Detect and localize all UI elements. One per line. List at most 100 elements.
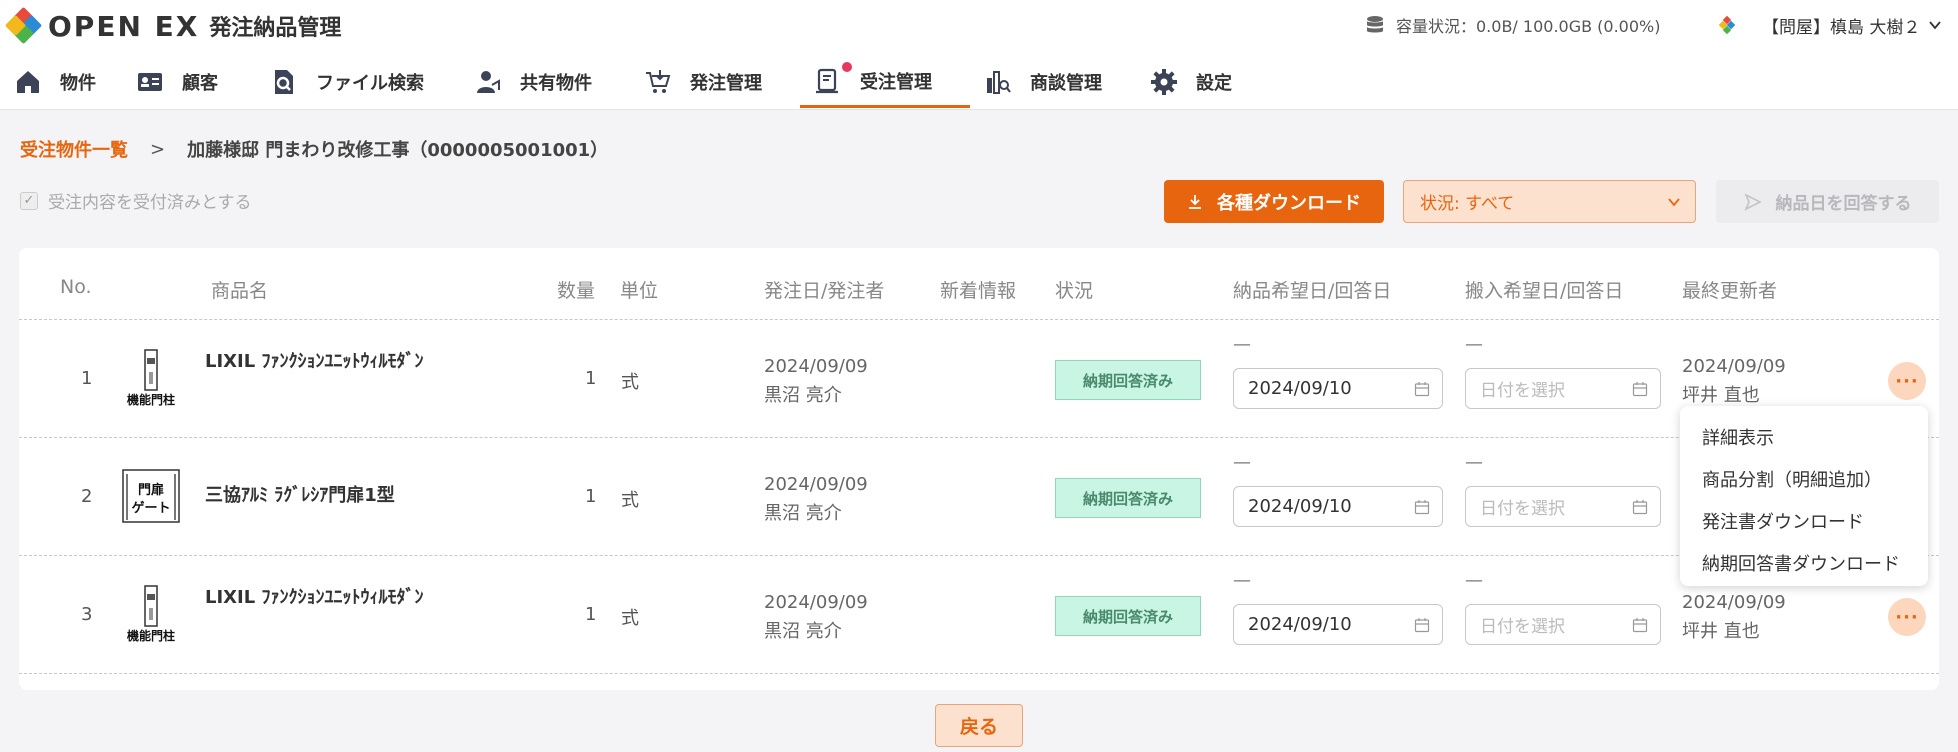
calendar-icon xyxy=(1414,382,1430,397)
carry-date-input[interactable]: 日付を選択 xyxy=(1465,486,1661,527)
carry-date-input[interactable]: 日付を選択 xyxy=(1465,368,1661,409)
carry-request-dash: — xyxy=(1465,334,1483,355)
storage-status: 容量状況：0.0B/ 100.0GB (0.00%) xyxy=(1366,12,1660,38)
negotiation-icon xyxy=(987,71,1011,94)
app-logo[interactable]: OPEN EX 発注納品管理 xyxy=(4,6,341,45)
row-no: 2 xyxy=(81,486,93,507)
nav-item-received-orders[interactable]: 受注管理 xyxy=(800,56,970,108)
status-badge: 納期回答済み xyxy=(1055,596,1201,636)
orderer: 黒沼 亮介 xyxy=(764,385,842,406)
quantity: 1 xyxy=(585,368,597,389)
order-date: 2024/09/09 xyxy=(764,592,868,613)
delivery-date-input[interactable]: 2024/09/10 xyxy=(1233,486,1443,527)
table-row[interactable]: 3 機能門柱 LIXIL ﾌｧﾝｸｼｮﾝﾕﾆｯﾄｳｨﾙﾓﾀﾞﾝ 1 式 2024… xyxy=(19,556,1939,674)
user-menu[interactable]: 【問屋】槙島 大樹２ xyxy=(1718,12,1942,38)
answer-delivery-button[interactable]: 納品日を回答する xyxy=(1716,180,1939,223)
updater-info: 2024/09/09 坪井 直也 xyxy=(1682,588,1786,646)
breadcrumb-current: 加藤様邸 門まわり改修工事（0000005001001） xyxy=(187,140,609,161)
download-button[interactable]: 各種ダウンロード xyxy=(1164,180,1384,223)
nav-item-settings[interactable]: 設定 xyxy=(1136,56,1266,108)
accept-checkbox-label: 受注内容を受付済みとする xyxy=(48,193,252,213)
row-no: 3 xyxy=(81,604,93,625)
nav-label: 顧客 xyxy=(182,73,218,94)
order-items-table: No. 商品名 数量 単位 発注日/発注者 新着情報 状況 納品希望日/回答日 … xyxy=(19,248,1939,690)
gear-icon xyxy=(1151,69,1177,95)
calendar-icon xyxy=(1632,382,1648,397)
order-info: 2024/09/09 黒沼 亮介 xyxy=(764,588,868,646)
nav-label: ファイル検索 xyxy=(316,73,424,94)
product-name: LIXIL ﾌｧﾝｸｼｮﾝﾕﾆｯﾄｳｨﾙﾓﾀﾞﾝ xyxy=(205,587,424,608)
more-actions-button[interactable]: ··· xyxy=(1888,362,1926,400)
main-nav: 物件 顧客 ファイル検索 共有物件 発注管理 受注管理 商談管理 設定 xyxy=(0,56,1266,108)
chevron-down-icon xyxy=(1929,21,1942,30)
row-no: 1 xyxy=(81,368,93,389)
download-label: 各種ダウンロード xyxy=(1217,192,1361,214)
gate-pillar-icon: 機能門柱 xyxy=(127,585,175,643)
storage-label: 容量状況：0.0B/ 100.0GB (0.00%) xyxy=(1396,17,1661,36)
carry-request-dash: — xyxy=(1465,570,1483,591)
orderer: 黒沼 亮介 xyxy=(764,621,842,642)
nav-label: 受注管理 xyxy=(860,71,932,93)
svg-text:ゲート: ゲート xyxy=(131,500,170,516)
breadcrumb: 受注物件一覧 > 加藤様邸 門まわり改修工事（0000005001001） xyxy=(20,136,608,162)
nav-label: 商談管理 xyxy=(1030,73,1102,94)
status-select-value: 状況: すべて xyxy=(1420,194,1515,214)
menu-item-download-delivery-answer[interactable]: 納期回答書ダウンロード xyxy=(1680,542,1928,584)
delivery-date-value: 2024/09/10 xyxy=(1248,496,1352,517)
chevron-down-icon xyxy=(1668,198,1680,207)
delivery-date-input[interactable]: 2024/09/10 xyxy=(1233,604,1443,645)
menu-item-download-po[interactable]: 発注書ダウンロード xyxy=(1680,500,1928,542)
shared-user-icon xyxy=(477,71,500,93)
table-row[interactable]: 2 門扉 ゲート 三協ｱﾙﾐ ﾗｸﾞﾚｼｱ門扉1型 1 式 2024/09/09… xyxy=(19,438,1939,556)
carry-date-input[interactable]: 日付を選択 xyxy=(1465,604,1661,645)
menu-item-details[interactable]: 詳細表示 xyxy=(1680,416,1928,458)
nav-item-customers[interactable]: 顧客 xyxy=(122,56,256,108)
product-name: LIXIL ﾌｧﾝｸｼｮﾝﾕﾆｯﾄｳｨﾙﾓﾀﾞﾝ xyxy=(205,351,424,372)
delivery-request-dash: — xyxy=(1233,334,1251,355)
nav-item-shared-properties[interactable]: 共有物件 xyxy=(460,56,630,108)
gate-pillar-icon: 機能門柱 xyxy=(127,349,175,407)
delivery-request-dash: — xyxy=(1233,570,1251,591)
calendar-icon xyxy=(1414,500,1430,515)
nav-item-negotiations[interactable]: 商談管理 xyxy=(970,56,1136,108)
id-card-icon xyxy=(138,73,162,91)
notification-dot xyxy=(842,62,852,72)
nav-label: 物件 xyxy=(60,73,96,94)
status-badge: 納期回答済み xyxy=(1055,360,1201,400)
header-no: No. xyxy=(60,276,92,298)
delivery-date-input[interactable]: 2024/09/10 xyxy=(1233,368,1443,409)
table-row[interactable]: 1 機能門柱 LIXIL ﾌｧﾝｸｼｮﾝﾕﾆｯﾄｳｨﾙﾓﾀﾞﾝ 1 式 2024… xyxy=(19,320,1939,438)
back-button[interactable]: 戻る xyxy=(935,704,1023,747)
updated-date: 2024/09/09 xyxy=(1682,592,1786,613)
order-date: 2024/09/09 xyxy=(764,356,868,377)
unit: 式 xyxy=(621,372,639,393)
more-actions-button[interactable]: ··· xyxy=(1888,598,1926,636)
nav-label: 発注管理 xyxy=(690,73,762,94)
calendar-icon xyxy=(1414,618,1430,633)
organization-icon xyxy=(1718,15,1736,35)
unit: 式 xyxy=(621,608,639,629)
gate-door-icon: 門扉 ゲート xyxy=(122,469,180,523)
status-filter-select[interactable]: 状況: すべて xyxy=(1403,180,1696,223)
nav-item-order-management[interactable]: 発注管理 xyxy=(630,56,800,108)
header-news: 新着情報 xyxy=(940,280,1017,302)
header-order: 発注日/発注者 xyxy=(764,280,885,302)
row-actions-menu: 詳細表示 商品分割（明細追加） 発注書ダウンロード 納期回答書ダウンロード xyxy=(1680,406,1928,586)
table-header: No. 商品名 数量 単位 発注日/発注者 新着情報 状況 納品希望日/回答日 … xyxy=(19,248,1939,320)
nav-item-properties[interactable]: 物件 xyxy=(0,56,122,108)
breadcrumb-link-orders[interactable]: 受注物件一覧 xyxy=(20,136,128,162)
menu-item-split-product[interactable]: 商品分割（明細追加） xyxy=(1680,458,1928,500)
carry-date-placeholder: 日付を選択 xyxy=(1480,381,1565,401)
file-search-icon xyxy=(275,70,293,94)
nav-item-file-search[interactable]: ファイル検索 xyxy=(256,56,460,108)
check-icon: ✓ xyxy=(20,191,38,210)
brand-name: OPEN EX xyxy=(48,9,200,43)
send-icon xyxy=(1743,192,1762,211)
accept-checkbox[interactable]: ✓ 受注内容を受付済みとする xyxy=(20,188,252,213)
delivery-date-value: 2024/09/10 xyxy=(1248,378,1352,399)
user-name: 【問屋】槙島 大樹２ xyxy=(1762,17,1921,38)
header-delivery: 納品希望日/回答日 xyxy=(1233,280,1392,302)
carry-request-dash: — xyxy=(1465,452,1483,473)
cart-icon xyxy=(646,70,671,93)
updated-date: 2024/09/09 xyxy=(1682,356,1786,377)
